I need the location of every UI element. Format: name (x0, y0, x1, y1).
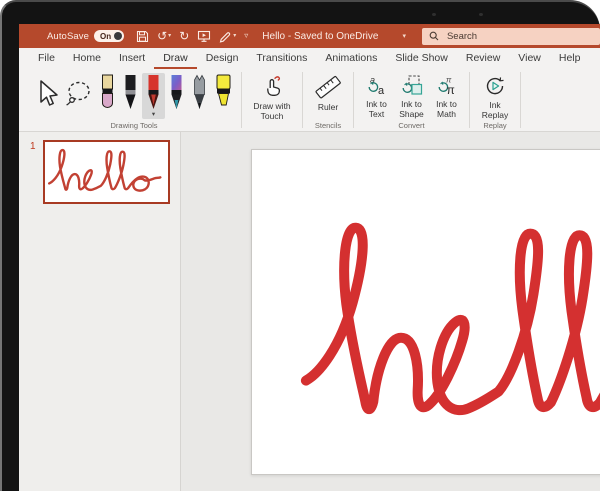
save-button[interactable] (136, 30, 149, 43)
start-slideshow-button[interactable] (197, 30, 211, 43)
hello-ink-drawing (294, 200, 600, 452)
group-label-convert: Convert (354, 121, 469, 130)
draw-with-touch-label: Draw with Touch (249, 101, 295, 121)
camera-dot (479, 13, 483, 16)
screenshot-stage: AutoSave On ↺ ▾ (0, 0, 600, 491)
lasso-icon (65, 79, 93, 109)
redo-button[interactable]: ↻ (179, 30, 189, 42)
slide-number: 1 (30, 141, 36, 152)
tab-animations[interactable]: Animations (316, 48, 386, 69)
ink-to-text-label: Ink to Text (361, 99, 392, 119)
slide-editing-canvas[interactable] (181, 132, 600, 491)
ink-to-math-icon: π π (436, 75, 458, 96)
group-label-drawing-tools: Drawing Tools (27, 121, 241, 130)
search-icon (429, 31, 439, 41)
draw-ribbon: ▾ (19, 69, 600, 132)
select-tool[interactable] (32, 73, 62, 110)
tab-home[interactable]: Home (64, 48, 110, 69)
pen-icon (219, 30, 232, 43)
ruler-icon (315, 75, 341, 99)
convert-group: a a Ink to Text (354, 69, 469, 131)
tab-insert[interactable]: Insert (110, 48, 154, 69)
pen-black-tool[interactable] (119, 73, 142, 111)
ruler-label: Ruler (318, 102, 338, 112)
workspace: 1 (19, 132, 600, 491)
select-arrow-icon (35, 79, 59, 109)
slide-thumbnail-panel[interactable]: 1 (19, 132, 181, 491)
autosave-state: On (100, 32, 111, 41)
ink-to-math-label: Ink to Math (431, 99, 462, 119)
drawing-tools-group: ▾ (27, 69, 241, 131)
highlighter-tool[interactable] (211, 73, 236, 111)
tab-slide-show[interactable]: Slide Show (386, 48, 457, 69)
ink-to-shape-button[interactable]: Ink to Shape (394, 73, 429, 119)
save-icon (136, 30, 149, 43)
tab-transitions[interactable]: Transitions (247, 48, 316, 69)
tab-file[interactable]: File (29, 48, 64, 69)
ink-to-shape-label: Ink to Shape (396, 99, 427, 119)
toggle-knob (114, 32, 122, 40)
chevron-down-icon: ▾ (402, 32, 406, 40)
group-label-replay: Replay (470, 121, 520, 130)
pencil-tool[interactable] (188, 73, 211, 111)
draw-with-touch-button[interactable]: Draw with Touch (247, 73, 297, 121)
pen-red-tool-selected[interactable]: ▾ (142, 73, 165, 119)
autosave-toggle[interactable]: On (94, 30, 124, 42)
title-bar: AutoSave On ↺ ▾ (19, 24, 600, 48)
hello-ink-thumbnail (46, 144, 165, 199)
ribbon-tabs: File Home Insert Draw Design Transitions… (19, 48, 600, 69)
eraser-icon (99, 74, 116, 110)
ink-replay-label: Ink Replay (477, 100, 513, 120)
slide[interactable] (251, 149, 600, 475)
tab-help[interactable]: Help (550, 48, 590, 69)
pen-galaxy-icon (168, 74, 185, 110)
slide-thumbnail-selected[interactable] (43, 140, 170, 204)
lasso-select-tool[interactable] (62, 73, 96, 110)
replay-group: Ink Replay Replay (470, 69, 520, 131)
group-label-stencils: Stencils (303, 121, 353, 130)
touch-group: Draw with Touch (242, 69, 302, 131)
powerpoint-window: AutoSave On ↺ ▾ (19, 24, 600, 491)
ink-to-shape-icon (401, 75, 423, 96)
document-title-area[interactable]: Hello - Saved to OneDrive ▾ (262, 31, 406, 42)
group-separator (520, 72, 521, 128)
search-input[interactable] (445, 30, 599, 43)
tab-review[interactable]: Review (457, 48, 509, 69)
ink-to-math-button[interactable]: π π Ink to Math (429, 73, 464, 119)
tab-design[interactable]: Design (197, 48, 248, 69)
pen-galaxy-tool[interactable] (165, 73, 188, 111)
chevron-down-icon: ▾ (233, 33, 236, 39)
ink-to-text-icon: a a (366, 75, 388, 96)
customize-qat-button[interactable]: ▿ (244, 33, 248, 39)
ink-to-text-button[interactable]: a a Ink to Text (359, 73, 394, 119)
autosave-label: AutoSave (47, 31, 89, 42)
highlighter-icon (214, 74, 233, 110)
pen-black-icon (122, 74, 139, 110)
camera-dot (432, 13, 436, 16)
slideshow-icon (197, 30, 211, 43)
document-title: Hello - Saved to OneDrive (262, 31, 378, 42)
pen-red-icon (145, 74, 162, 110)
undo-icon: ↺ (157, 30, 167, 42)
quick-access-toolbar: ↺ ▾ ↻ (136, 30, 248, 43)
svg-text:π: π (446, 83, 454, 96)
device-bezel: AutoSave On ↺ ▾ (0, 0, 600, 491)
eraser-tool[interactable] (96, 73, 119, 111)
draw-with-touch-icon (261, 75, 284, 98)
tab-draw[interactable]: Draw (154, 48, 197, 69)
pencil-icon (191, 74, 208, 110)
search-box[interactable] (422, 28, 600, 45)
ink-replay-button[interactable]: Ink Replay (475, 73, 515, 120)
chevron-down-icon: ▾ (152, 111, 155, 118)
ink-replay-icon (484, 75, 506, 97)
ruler-button[interactable]: Ruler (308, 73, 348, 112)
stencils-group: Ruler Stencils (303, 69, 353, 131)
undo-button[interactable]: ↺ ▾ (157, 30, 171, 42)
chevron-down-icon: ▾ (168, 33, 171, 39)
pen-tool-button[interactable]: ▾ (219, 30, 236, 43)
svg-text:a: a (378, 85, 385, 96)
tab-view[interactable]: View (509, 48, 550, 69)
qat-overflow-icon: ▿ (244, 33, 248, 39)
redo-icon: ↻ (179, 30, 189, 42)
